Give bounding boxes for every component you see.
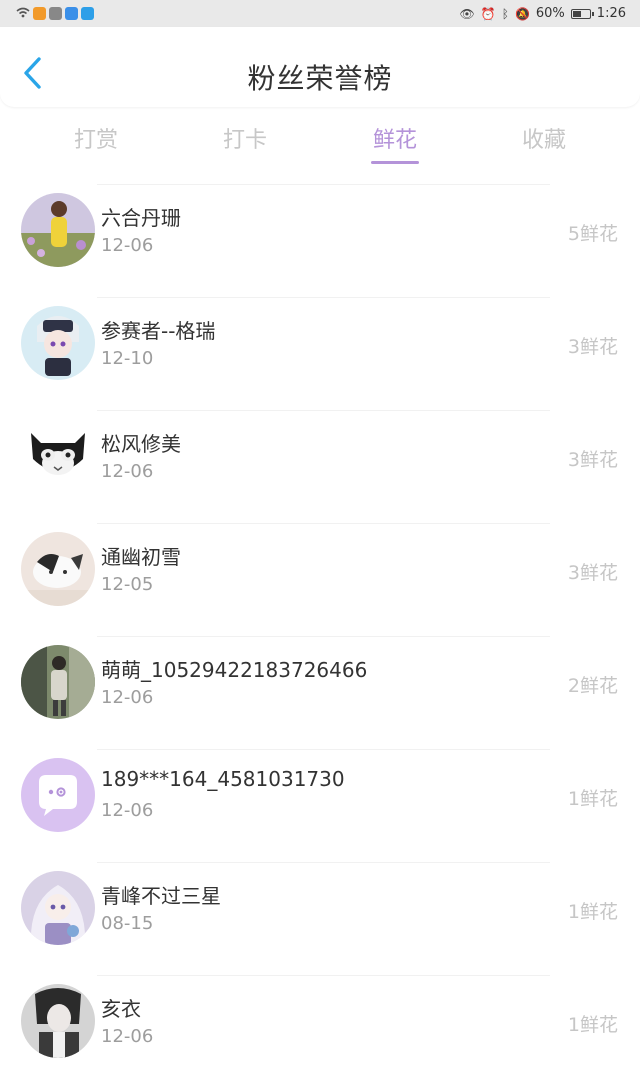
status-right-icons: 👁 ⏰ ᛒ 🔕 60% 1:26: [460, 6, 626, 21]
fan-ranking-list: 六合丹珊 12-06 5鲜花 参赛者--格瑞 12-10 3鲜花 松风修美 12…: [0, 184, 640, 1088]
tab-tipping[interactable]: 打赏: [36, 122, 156, 154]
fan-name: 参赛者--格瑞: [101, 319, 216, 343]
tab-flowers[interactable]: 鲜花: [335, 122, 455, 154]
fan-date: 12-06: [101, 687, 154, 708]
avatar[interactable]: [21, 871, 95, 945]
fan-date: 12-06: [101, 1026, 154, 1047]
fan-date: 12-06: [101, 800, 154, 821]
avatar[interactable]: [21, 984, 95, 1058]
fan-name: 通幽初雪: [101, 545, 181, 569]
fan-date: 12-05: [101, 574, 154, 595]
list-item[interactable]: 通幽初雪 12-05 3鲜花: [0, 523, 640, 636]
tab-checkin[interactable]: 打卡: [185, 122, 305, 154]
avatar[interactable]: [21, 419, 95, 493]
search-app-icon: [81, 7, 94, 20]
status-left-icons: [16, 7, 94, 21]
shield-app-icon: [65, 7, 78, 20]
avatar[interactable]: [21, 306, 95, 380]
video-app-icon: [33, 7, 46, 20]
list-item[interactable]: 亥衣 12-06 1鲜花: [0, 975, 640, 1088]
fan-date: 12-06: [101, 461, 154, 482]
flower-count: 3鲜花: [567, 449, 618, 471]
bluetooth-icon: ᛒ: [501, 6, 509, 21]
list-item[interactable]: 萌萌_10529422183726466 12-06 2鲜花: [0, 636, 640, 749]
flower-count: 3鲜花: [567, 336, 618, 358]
fan-date: 08-15: [101, 913, 154, 934]
flower-count: 1鲜花: [567, 1014, 618, 1036]
fan-name: 六合丹珊: [101, 206, 181, 230]
avatar[interactable]: [21, 532, 95, 606]
avatar[interactable]: [21, 193, 95, 267]
list-item[interactable]: 189***164_4581031730 12-06 1鲜花: [0, 749, 640, 862]
fan-name: 青峰不过三星: [101, 884, 221, 908]
alarm-icon: ⏰: [480, 6, 496, 21]
page-title: 粉丝荣誉榜: [247, 62, 393, 95]
fan-name: 萌萌_10529422183726466: [101, 658, 368, 682]
flower-count: 3鲜花: [567, 562, 618, 584]
fan-name: 189***164_4581031730: [101, 767, 345, 791]
tab-favorites[interactable]: 收藏: [484, 122, 604, 154]
header-bar: 粉丝荣誉榜: [0, 27, 640, 107]
fan-name: 松风修美: [101, 432, 181, 456]
list-item[interactable]: 六合丹珊 12-06 5鲜花: [0, 184, 640, 297]
clock: 1:26: [596, 6, 626, 21]
wifi-icon: [16, 7, 30, 21]
battery-percent: 60%: [535, 6, 565, 21]
eye-icon: 👁: [459, 6, 475, 21]
wechat-icon: [49, 7, 62, 20]
active-tab-indicator: [371, 161, 419, 164]
mute-icon: 🔕: [514, 6, 530, 21]
flower-count: 1鲜花: [567, 788, 618, 810]
fan-name: 亥衣: [101, 997, 141, 1021]
list-item[interactable]: 参赛者--格瑞 12-10 3鲜花: [0, 297, 640, 410]
tab-bar: 打赏 打卡 鲜花 收藏: [0, 112, 640, 172]
battery-icon: [570, 8, 594, 19]
list-item[interactable]: 松风修美 12-06 3鲜花: [0, 410, 640, 523]
flower-count: 5鲜花: [567, 223, 618, 245]
flower-count: 2鲜花: [567, 675, 618, 697]
status-bar: 👁 ⏰ ᛒ 🔕 60% 1:26: [0, 0, 640, 27]
fan-date: 12-06: [101, 235, 154, 256]
flower-count: 1鲜花: [567, 901, 618, 923]
avatar[interactable]: [21, 758, 95, 832]
avatar[interactable]: [21, 645, 95, 719]
list-item[interactable]: 青峰不过三星 08-15 1鲜花: [0, 862, 640, 975]
fan-date: 12-10: [101, 348, 154, 369]
